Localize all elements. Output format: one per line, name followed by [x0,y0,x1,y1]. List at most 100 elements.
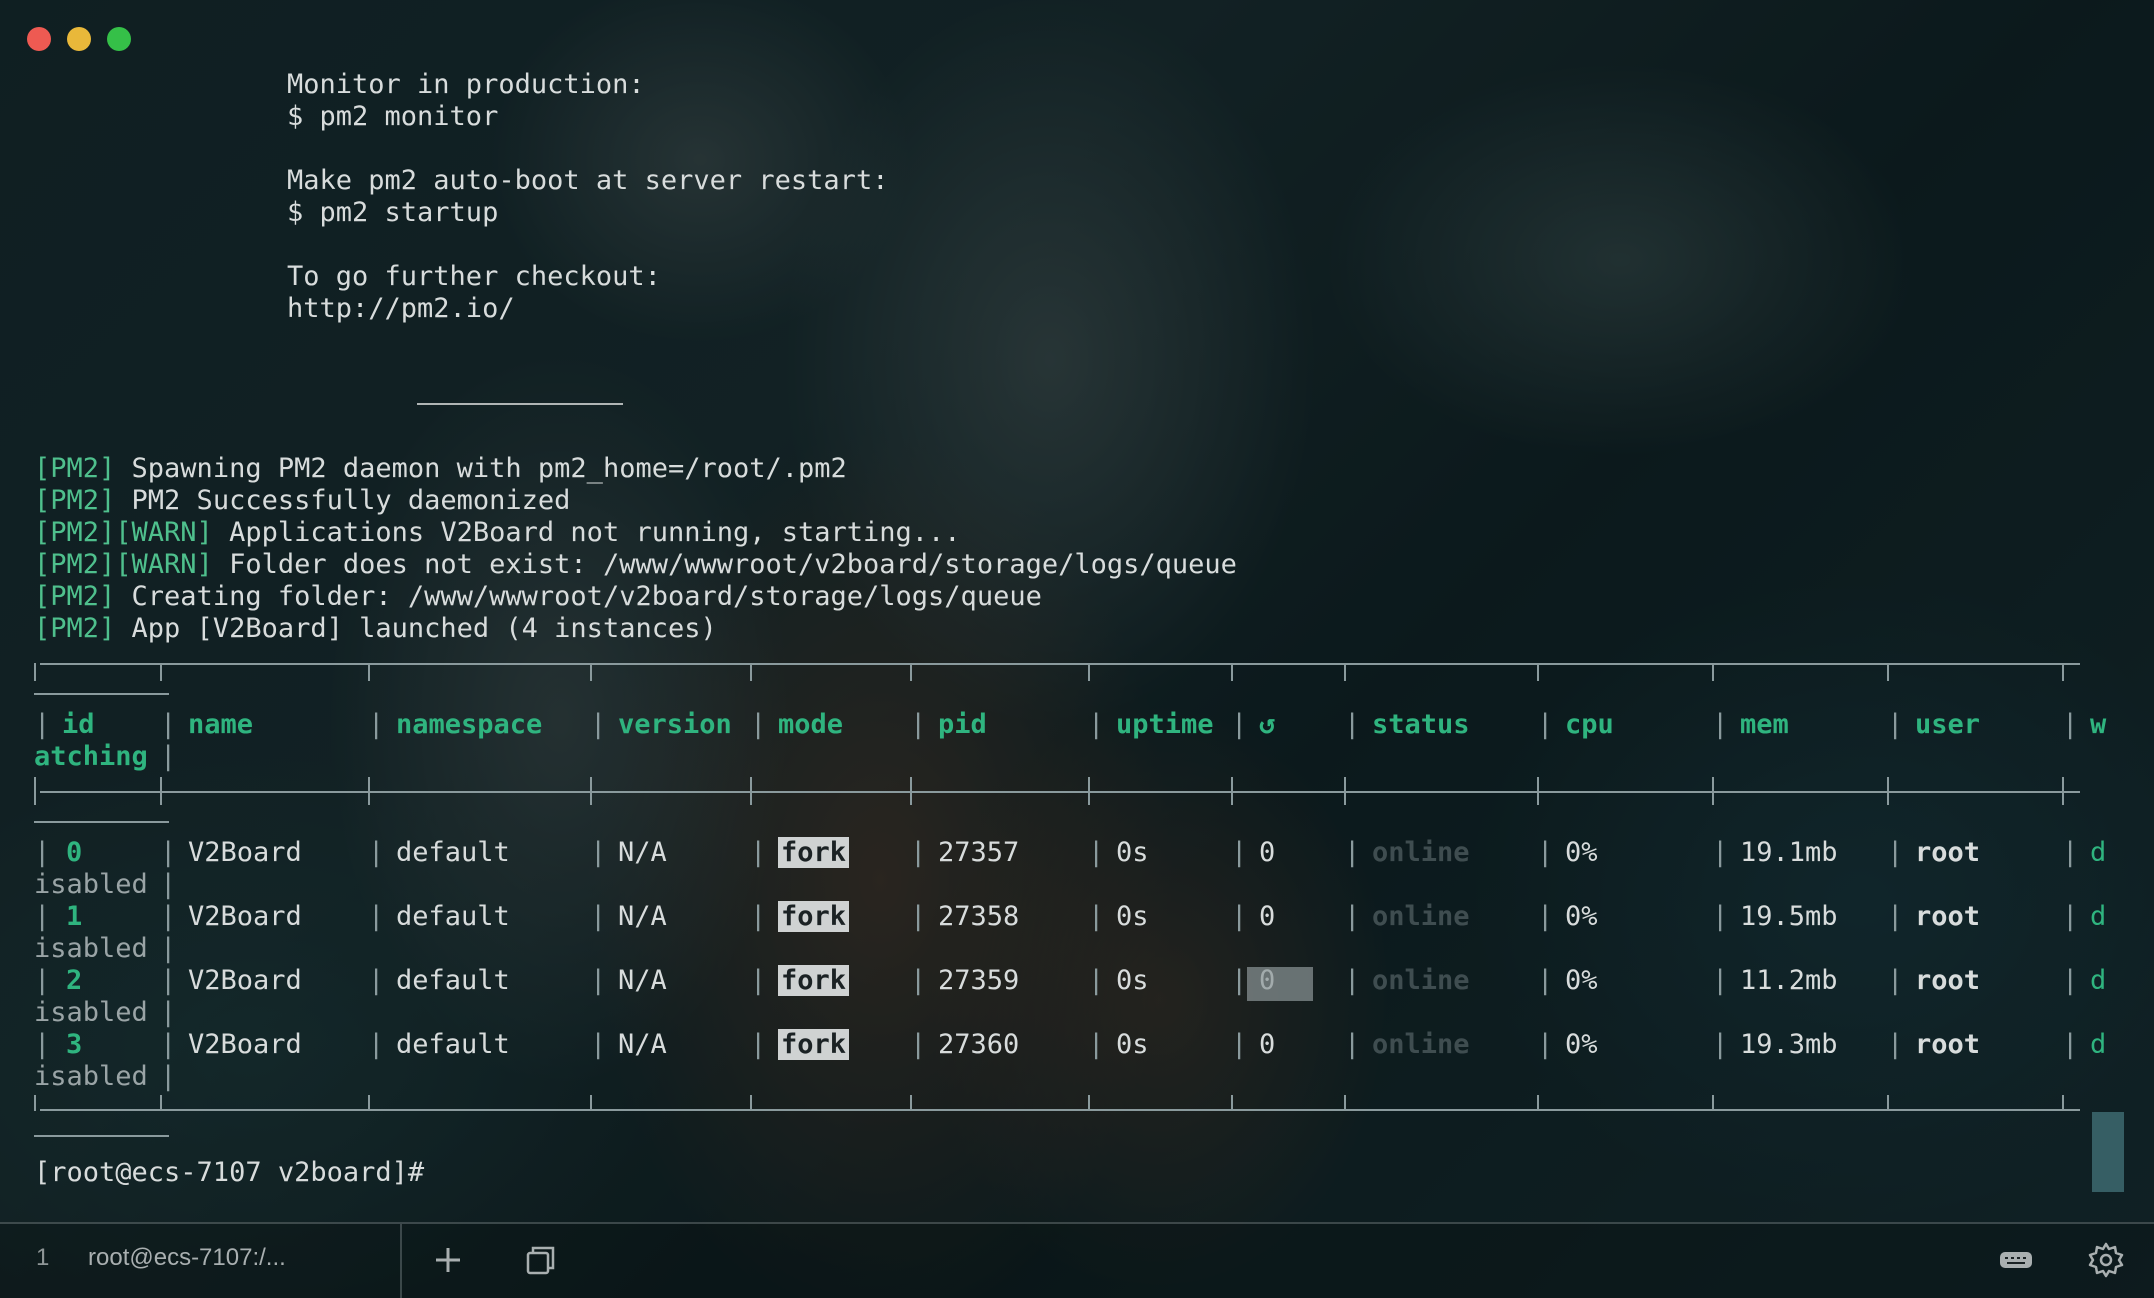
cell-mode: fork [778,837,850,869]
column-header-cpu: cpu [1565,709,1614,740]
cell-user: root [1915,965,1981,996]
cell-pid: 27359 [938,965,1020,996]
cell-id: 1 [66,901,83,932]
cell-user: root [1915,837,1981,868]
column-separator: | [160,901,177,932]
gear-icon[interactable] [2086,1240,2126,1280]
tab-number: 1 [36,1244,50,1271]
output-line: $ pm2 startup [287,197,499,228]
table-rule-short [34,821,169,823]
log-line: [PM2] App [V2Board] launched (4 instance… [34,613,717,645]
column-separator: | [1887,837,1904,868]
plus-icon[interactable] [428,1240,468,1280]
column-separator: | [1231,901,1248,932]
column-header-id: id [62,709,95,740]
column-separator: | [160,997,177,1028]
shell-prompt[interactable]: [root@ecs-7107 v2board]# [34,1157,424,1189]
column-separator: | [910,837,927,868]
tab-bar: 1 root@ecs-7107:/... [0,1222,2154,1298]
column-separator: | [160,965,177,996]
table-tick [2062,663,2064,681]
table-tick [1344,663,1346,681]
table-tick [160,1095,162,1111]
column-separator: | [160,741,177,772]
column-header-version: version [618,709,732,740]
cell-name: V2Board [188,837,302,868]
table-tick [1712,1095,1714,1111]
cell-user: root [1915,1029,1981,1060]
column-separator: | [2062,965,2079,996]
cell-status: online [1372,901,1470,932]
column-separator: | [2062,837,2079,868]
mode-badge: fork [778,837,850,868]
cell-namespace: default [396,837,510,868]
column-separator: | [160,869,177,900]
table-tick [1887,1095,1889,1111]
cell-namespace: default [396,1029,510,1060]
tab-divider [400,1224,402,1298]
column-separator: | [1088,901,1105,932]
cell-status: online [1372,837,1470,868]
column-separator: | [1537,1029,1554,1060]
column-separator: | [750,709,767,740]
tab-title[interactable]: root@ecs-7107:/... [88,1244,286,1272]
column-separator: | [590,901,607,932]
table-tick [34,663,36,681]
column-header-wrap: atching [34,741,148,772]
column-header-mode: mode [778,709,844,740]
cell-status: online [1372,965,1470,996]
column-separator: | [1712,709,1729,740]
cell-version: N/A [618,901,667,932]
column-separator: | [1537,901,1554,932]
table-tick [910,777,912,805]
cell-pid: 27360 [938,1029,1020,1060]
close-window-button[interactable] [27,27,51,51]
table-rule [40,791,2080,793]
column-separator: | [1344,709,1361,740]
table-tick [1712,777,1714,805]
cell-id: 3 [66,1029,83,1060]
output-line: $ pm2 monitor [287,101,499,132]
scrollbar[interactable] [2092,1112,2124,1192]
log-line: [PM2] Spawning PM2 daemon with pm2_home=… [34,453,847,485]
column-separator: | [750,837,767,868]
cell-status: online [1372,1029,1470,1060]
row-wrap-text: isabled [34,933,148,964]
column-separator: | [1887,709,1904,740]
cell-version: N/A [618,837,667,868]
row-wrap-text: isabled [34,869,148,900]
table-tick [750,1095,752,1111]
cell-id: 2 [66,965,83,996]
log-text: Creating folder: /www/wwwroot/v2board/st… [115,581,1042,612]
column-separator: | [1088,837,1105,868]
cell-mode: fork [778,901,850,933]
log-line: [PM2][WARN] Applications V2Board not run… [34,517,961,549]
table-tick [1887,777,1889,805]
column-separator: | [2062,709,2079,740]
cell-name: V2Board [188,965,302,996]
column-separator: | [1088,965,1105,996]
keyboard-icon[interactable] [1996,1240,2036,1280]
cell-cpu: 0% [1565,901,1598,932]
column-header-uptime: uptime [1116,709,1214,740]
column-separator: | [1088,1029,1105,1060]
log-tag: [PM2][WARN] [34,549,213,580]
column-header-restarts: ↺ [1259,709,1276,740]
table-tick [910,663,912,681]
table-tick [1537,777,1539,805]
column-separator: | [368,709,385,740]
log-text: Spawning PM2 daemon with pm2_home=/root/… [115,453,847,484]
column-separator: | [910,901,927,932]
maximize-window-button[interactable] [107,27,131,51]
column-separator: | [34,901,51,932]
column-separator: | [368,1029,385,1060]
column-separator: | [160,837,177,868]
log-text: Applications V2Board not running, starti… [212,517,961,548]
separator [417,403,623,405]
minimize-window-button[interactable] [67,27,91,51]
column-separator: | [1231,709,1248,740]
cell-watching: d [2090,837,2107,868]
column-separator: | [1231,965,1248,996]
duplicate-icon[interactable] [520,1240,560,1280]
output-line: Make pm2 auto-boot at server restart: [287,165,889,196]
